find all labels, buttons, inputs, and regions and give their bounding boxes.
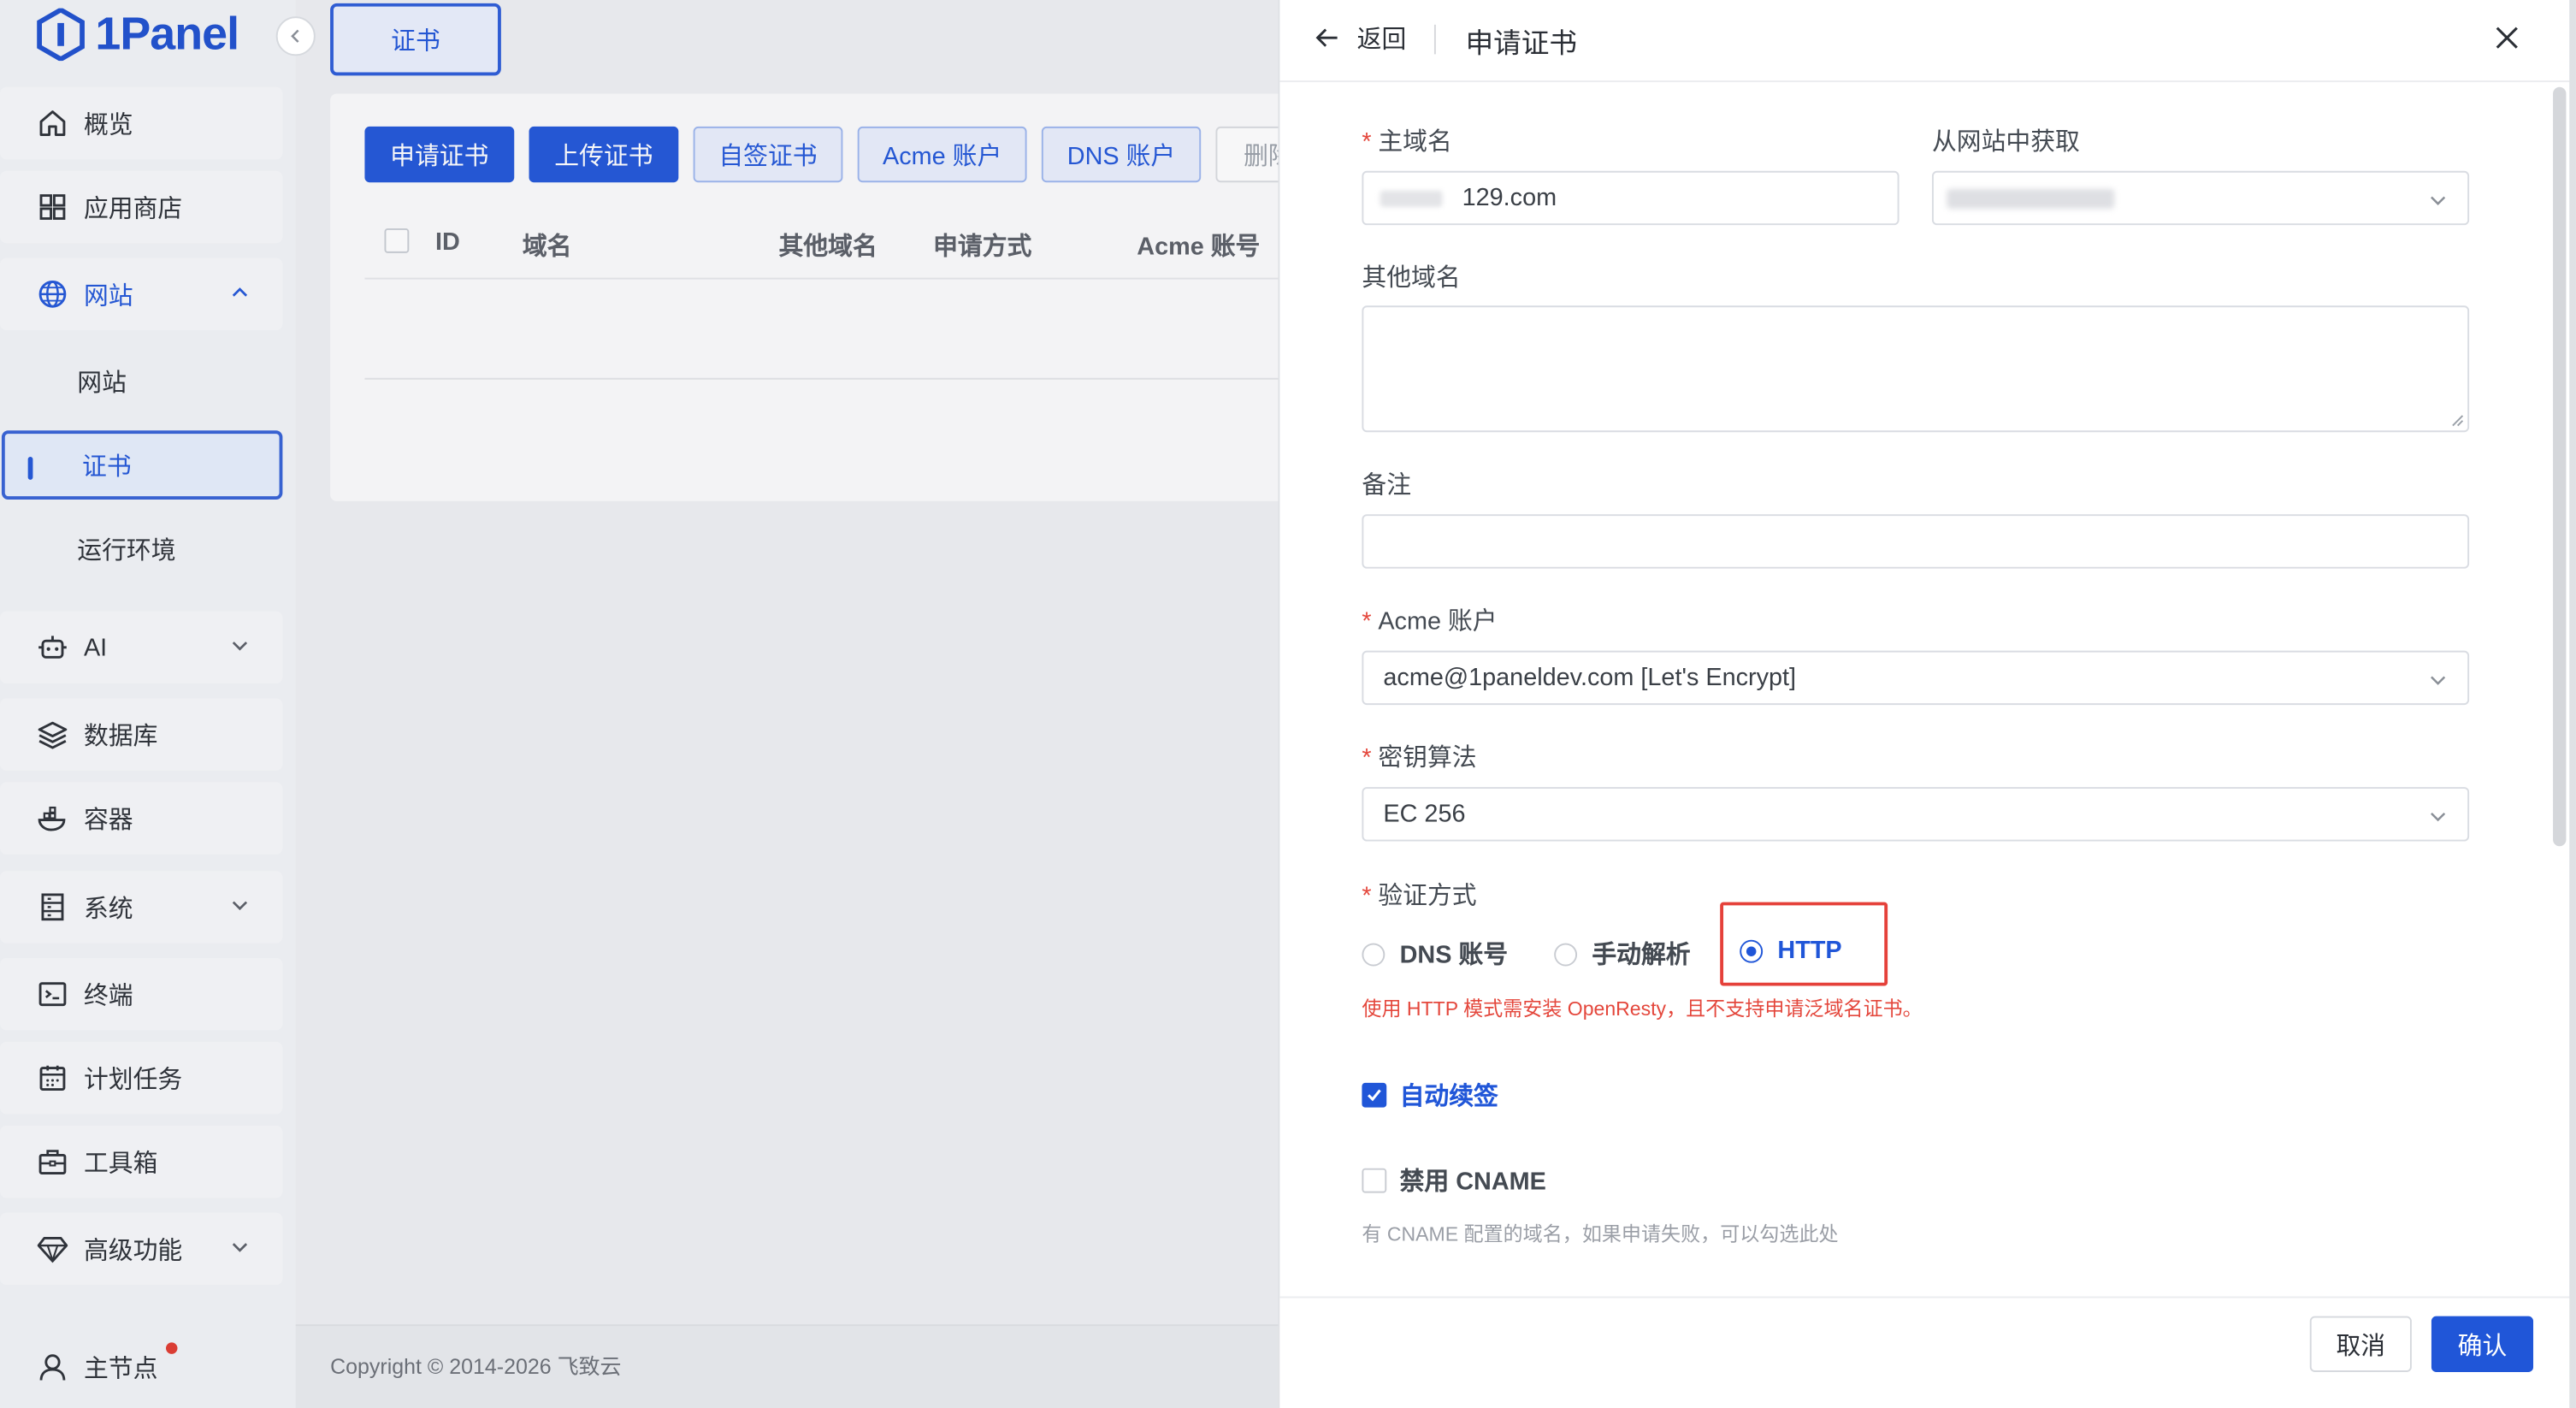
required-mark: * [1362,607,1372,636]
confirm-button[interactable]: 确认 [2431,1316,2534,1372]
from-website-label: 从网站中获取 [1931,127,2080,157]
checkbox-label: 自动续签 [1399,1082,1498,1111]
primary-domain-input[interactable]: 129.com [1362,170,1900,226]
back-arrow-icon[interactable] [1315,23,1341,53]
checkbox-label: 禁用 CNAME [1399,1168,1546,1197]
radio-dns-account[interactable]: DNS 账号 [1362,937,1508,971]
chevron-down-icon [2431,676,2446,685]
field-label-text: 验证方式 [1378,882,1477,911]
required-mark: * [1362,127,1372,157]
collapse-sidebar-button[interactable] [275,16,316,56]
key-algorithm-value: EC 256 [1383,800,1466,829]
window-edge [2569,0,2576,1408]
cname-hint-text: 有 CNAME 配置的域名，如果申请失败，可以勾选此处 [1362,1222,1839,1246]
auto-renew-checkbox[interactable]: 自动续签 [1362,1078,1498,1112]
drawer-scrollbar[interactable] [2553,86,2567,847]
radio-manual-resolve[interactable]: 手动解析 [1554,937,1691,971]
resize-handle-icon[interactable] [2451,414,2464,427]
header-separator [1433,24,1436,55]
drawer-header: 返回 申请证书 [1279,0,2572,83]
acme-account-label: * Acme 账户 [1362,603,1497,637]
http-warning-text: 使用 HTTP 模式需安装 OpenResty，且不支持申请泛域名证书。 [1362,997,1923,1021]
check-icon [1368,1089,1381,1102]
other-domains-textarea[interactable] [1362,305,2470,433]
cancel-button[interactable]: 取消 [2309,1316,2412,1372]
key-algorithm-label: * 密钥算法 [1362,739,1476,773]
verify-method-label: * 验证方式 [1362,878,1476,912]
radio-circle [1554,942,1578,966]
key-algorithm-select[interactable]: EC 256 [1362,787,2470,842]
checkbox-box [1362,1082,1387,1108]
checkbox-box [1362,1168,1387,1193]
field-label-text: Acme 账户 [1378,607,1498,636]
modal-overlay[interactable] [0,0,1282,1408]
website-select[interactable] [1931,170,2470,226]
disable-cname-checkbox[interactable]: 禁用 CNAME [1362,1163,1546,1198]
drawer-title: 申请证书 [1465,27,1578,60]
acme-account-value: acme@1paneldev.com [Let's Encrypt] [1383,664,1797,692]
required-mark: * [1362,744,1372,772]
radio-label: 手动解析 [1592,941,1691,970]
primary-domain-label: * 主域名 [1362,123,1451,157]
back-link[interactable]: 返回 [1357,21,1407,56]
remark-input[interactable] [1362,514,2470,569]
field-label-text: 密钥算法 [1378,744,1477,772]
redacted-text [1947,188,2115,209]
app-root: 1Panel 概览 应用商店 网站 网站 证书 运行环境 AI 数据库 容器 系… [0,0,2576,1408]
highlight-box [1720,902,1888,986]
chevron-left-icon [291,29,299,43]
remark-label: 备注 [1362,471,1412,500]
chevron-down-icon [2431,812,2446,822]
radio-circle [1362,942,1385,966]
radio-label: DNS 账号 [1399,941,1509,970]
close-icon[interactable] [2492,23,2522,53]
acme-account-select[interactable]: acme@1paneldev.com [Let's Encrypt] [1362,650,2470,706]
chevron-down-icon [2431,196,2446,205]
field-label-text: 主域名 [1378,127,1452,157]
drawer-footer: 取消 确认 [1279,1296,2572,1408]
other-domains-label: 其他域名 [1362,264,1461,293]
redacted-text [1380,190,1443,208]
primary-domain-value: 129.com [1462,184,1557,212]
required-mark: * [1362,882,1372,911]
